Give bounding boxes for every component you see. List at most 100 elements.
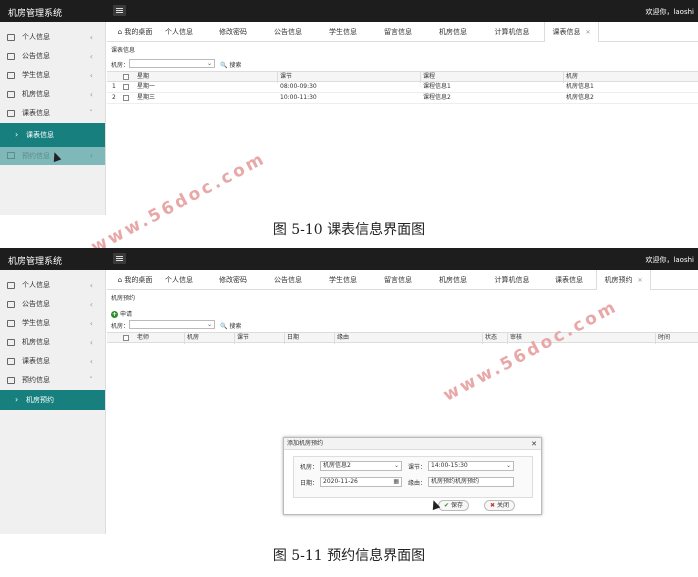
- select-all-checkbox[interactable]: [123, 74, 129, 80]
- sidebar-item-notice[interactable]: 公告信息 ‹: [0, 47, 105, 66]
- cell-time: 08:00-09:30: [280, 83, 317, 90]
- tab-room[interactable]: 机房信息: [427, 270, 479, 290]
- cell-time: 10:00-11:30: [280, 94, 317, 101]
- time-select[interactable]: 14:00-15:30 ⌄: [428, 461, 514, 471]
- column-header: 审核: [510, 334, 523, 341]
- add-booking-dialog: 添加机房预约 ✕ 机房： 机房信息2 ⌄ 课节： 14:00-15:30 ⌄ 日期：…: [283, 437, 542, 515]
- sidebar-item-label: 公告信息: [22, 300, 50, 308]
- search-icon: 🔍: [220, 323, 228, 330]
- sidebar-item-label: 学生信息: [22, 319, 50, 327]
- sidebar-item-room[interactable]: 机房信息 ‹: [0, 85, 105, 104]
- tab-personal[interactable]: 个人信息: [159, 270, 199, 290]
- booking-icon: [7, 377, 15, 384]
- tab-room-booking[interactable]: 机房预约 ✕: [596, 270, 651, 290]
- tab-notice[interactable]: 公告信息: [262, 270, 314, 290]
- tab-room[interactable]: 机房信息: [427, 22, 479, 42]
- tab-notice[interactable]: 公告信息: [262, 22, 314, 42]
- tab-label: 个人信息: [165, 28, 193, 36]
- menu-toggle-icon[interactable]: [113, 253, 126, 264]
- add-booking-button[interactable]: + 申请: [111, 309, 132, 318]
- cell-room: 机房信息2: [566, 94, 594, 101]
- select-all-checkbox[interactable]: [123, 335, 129, 341]
- chevron-down-icon: ⌄: [206, 60, 212, 67]
- row-checkbox[interactable]: [123, 84, 129, 90]
- row-number: 1: [112, 83, 116, 90]
- room-filter-select[interactable]: ⌄: [129, 59, 215, 68]
- sidebar-subitem-schedule-info[interactable]: › 课表信息: [0, 123, 105, 147]
- column-header: 日期: [287, 334, 300, 341]
- reason-input[interactable]: 机房预约机房预约: [428, 477, 514, 487]
- tab-label: 公告信息: [274, 28, 302, 36]
- chevron-down-icon: ⌄: [206, 321, 212, 328]
- reason-input-value: 机房预约机房预约: [431, 478, 480, 485]
- column-header: 时间: [658, 334, 671, 341]
- filter-label: 机房：: [111, 62, 130, 69]
- tab-label: 我的桌面: [124, 276, 153, 284]
- sidebar-item-schedule[interactable]: 课表信息 ‹: [0, 352, 105, 371]
- table-row[interactable]: 1 星期一 08:00-09:30 课程信息1 机房信息1: [107, 82, 698, 93]
- column-header: 缘由: [337, 334, 350, 341]
- tab-password[interactable]: 修改密码: [207, 270, 259, 290]
- tab-message[interactable]: 留言信息: [372, 22, 424, 42]
- sidebar-item-label: 课表信息: [22, 357, 50, 365]
- tab-desktop[interactable]: ⌂ 我的桌面: [111, 270, 159, 290]
- sidebar-item-student[interactable]: 学生信息 ‹: [0, 66, 105, 85]
- sidebar-item-label: 机房信息: [22, 338, 50, 346]
- column-header: 机房: [187, 334, 200, 341]
- sidebar-subitem-label: 课表信息: [26, 131, 54, 139]
- chevron-left-icon: ‹: [89, 319, 93, 328]
- room-label: 机房：: [300, 464, 319, 471]
- dialog-titlebar: 添加机房预约 ✕: [284, 438, 541, 450]
- tab-computer[interactable]: 计算机信息: [482, 270, 542, 290]
- sidebar-item-notice[interactable]: 公告信息 ‹: [0, 295, 105, 314]
- sidebar-item-room[interactable]: 机房信息 ‹: [0, 333, 105, 352]
- tab-schedule[interactable]: 课表信息 ✕: [544, 22, 599, 42]
- search-button[interactable]: 🔍 搜索: [220, 321, 241, 330]
- cross-icon: ✖: [490, 502, 496, 509]
- search-icon: 🔍: [220, 62, 228, 69]
- sidebar-item-label: 预约信息: [22, 376, 50, 384]
- room-icon: [7, 91, 15, 98]
- column-header: 老师: [137, 334, 150, 341]
- room-filter-select[interactable]: ⌄: [129, 320, 215, 329]
- sidebar-item-schedule[interactable]: 课表信息 ˇ: [0, 104, 105, 123]
- cell-room: 机房信息1: [566, 83, 594, 90]
- sidebar-item-student[interactable]: 学生信息 ‹: [0, 314, 105, 333]
- notice-icon: [7, 301, 15, 308]
- menu-toggle-icon[interactable]: [113, 5, 126, 16]
- calendar-icon[interactable]: ▦: [393, 478, 399, 485]
- tab-student[interactable]: 学生信息: [317, 270, 369, 290]
- cell-course: 课程信息2: [423, 94, 451, 101]
- close-icon[interactable]: ✕: [637, 277, 642, 284]
- tab-label: 计算机信息: [494, 276, 530, 284]
- row-checkbox[interactable]: [123, 95, 129, 101]
- tab-personal[interactable]: 个人信息: [159, 22, 199, 42]
- close-icon[interactable]: ✕: [531, 438, 537, 450]
- close-button[interactable]: ✖ 关闭: [484, 500, 515, 511]
- close-icon[interactable]: ✕: [585, 29, 590, 36]
- tab-message[interactable]: 留言信息: [372, 270, 424, 290]
- tab-schedule[interactable]: 课表信息: [544, 270, 594, 290]
- save-button[interactable]: ✔ 保存: [438, 500, 469, 511]
- sidebar-item-label: 机房信息: [22, 90, 50, 98]
- chevron-left-icon: ‹: [89, 300, 93, 309]
- table-row[interactable]: 2 星期三 10:00-11:30 课程信息2 机房信息2: [107, 93, 698, 104]
- tab-computer[interactable]: 计算机信息: [482, 22, 542, 42]
- tab-password[interactable]: 修改密码: [207, 22, 259, 42]
- date-input-value: 2020-11-26: [323, 478, 358, 485]
- sidebar-item-personal[interactable]: 个人信息 ‹: [0, 276, 105, 295]
- sidebar-subitem-room-booking[interactable]: › 机房预约: [0, 390, 105, 410]
- page-title: 机房预约: [111, 295, 136, 302]
- sidebar-item-label: 学生信息: [22, 71, 50, 79]
- room-select[interactable]: 机房信息2 ⌄: [320, 461, 402, 471]
- search-button[interactable]: 🔍 搜索: [220, 60, 241, 69]
- tab-bar: ⌂ 我的桌面 个人信息 修改密码 公告信息 学生信息 留言信息 机房信息 计算机…: [107, 270, 698, 290]
- top-bar: 机房管理系统 欢迎你，laoshi: [0, 0, 698, 22]
- tab-student[interactable]: 学生信息: [317, 22, 369, 42]
- date-label: 日期：: [300, 480, 319, 487]
- sidebar-item-personal[interactable]: 个人信息 ‹: [0, 28, 105, 47]
- sidebar-item-booking[interactable]: 预约信息 ˇ: [0, 371, 105, 390]
- date-input[interactable]: 2020-11-26 ▦: [320, 477, 402, 487]
- sidebar-item-label: 个人信息: [22, 281, 50, 289]
- tab-desktop[interactable]: ⌂ 我的桌面: [111, 22, 159, 42]
